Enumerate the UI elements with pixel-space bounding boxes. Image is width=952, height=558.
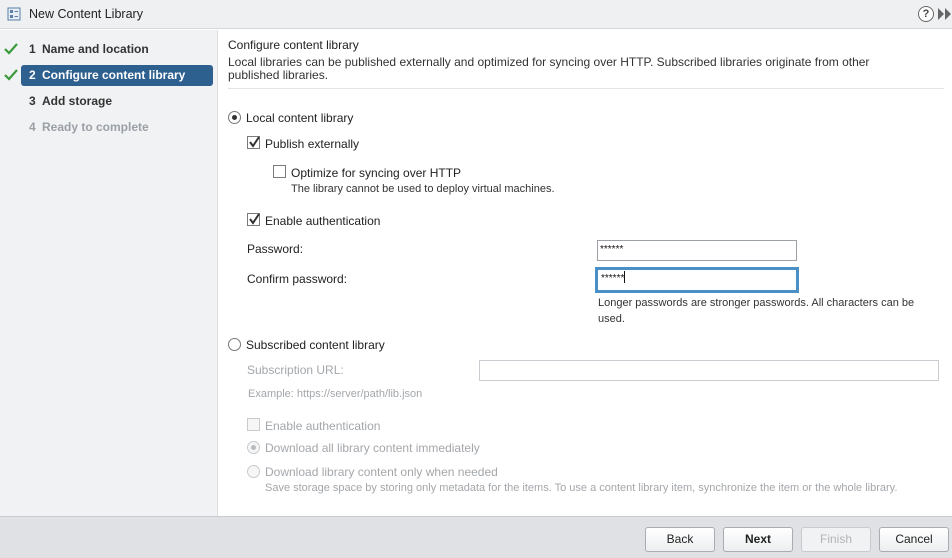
subscribed-library-radio[interactable]: [228, 338, 241, 351]
publish-externally-label[interactable]: Publish externally: [265, 137, 359, 151]
password-hint-line1: Longer passwords are stronger passwords.…: [598, 297, 915, 309]
subscription-url-example: Example: https://server/path/lib.json: [248, 388, 423, 400]
download-when-needed-label: Download library content only when neede…: [265, 465, 498, 479]
text-caret: [624, 271, 626, 283]
enable-authentication-checkbox[interactable]: [247, 213, 260, 226]
optimize-http-note: The library cannot be used to deploy vir…: [291, 183, 555, 195]
header-divider: [228, 88, 944, 89]
publish-externally-checkbox[interactable]: [247, 136, 260, 149]
step-add-storage[interactable]: 3 Add storage: [21, 91, 213, 112]
download-all-label: Download all library content immediately: [265, 441, 480, 455]
cancel-button[interactable]: Cancel: [879, 527, 949, 552]
password-label: Password:: [247, 242, 304, 256]
subscribed-library-label[interactable]: Subscribed content library: [246, 338, 385, 352]
step-ready-to-complete: 4 Ready to complete: [29, 120, 149, 134]
title-bar: New Content Library ?: [0, 0, 952, 29]
download-when-needed-note: Save storage space by storing only metad…: [265, 482, 898, 494]
password-hint-line2: used.: [598, 313, 625, 325]
wizard-steps-sidebar: 1 Name and location 2 Configure content …: [0, 30, 218, 516]
local-library-radio[interactable]: [228, 111, 241, 124]
download-all-radio[interactable]: [247, 441, 260, 454]
page-title: Configure content library: [228, 38, 359, 52]
optimize-http-checkbox[interactable]: [273, 165, 286, 178]
confirm-password-field[interactable]: ******: [595, 267, 799, 293]
help-icon[interactable]: ?: [918, 6, 934, 22]
step-name-and-location[interactable]: 1 Name and location: [21, 39, 213, 60]
main-content: Configure content library Local librarie…: [219, 30, 952, 516]
page-description: Local libraries can be published externa…: [228, 55, 870, 82]
subscribed-enable-authentication-label: Enable authentication: [265, 419, 381, 433]
download-when-needed-radio[interactable]: [247, 465, 260, 478]
optimize-http-label[interactable]: Optimize for syncing over HTTP: [291, 166, 461, 180]
subscribed-enable-authentication-checkbox[interactable]: [247, 418, 260, 431]
enable-authentication-label[interactable]: Enable authentication: [265, 214, 380, 228]
check-icon: [4, 69, 18, 81]
password-field[interactable]: ******: [597, 240, 797, 261]
confirm-password-label: Confirm password:: [247, 272, 348, 286]
next-button[interactable]: Next: [723, 527, 793, 552]
collapse-icon[interactable]: [938, 8, 952, 20]
subscription-url-field[interactable]: [479, 360, 939, 381]
local-library-label[interactable]: Local content library: [246, 111, 353, 125]
window-title: New Content Library: [29, 7, 143, 21]
wizard-icon: [7, 7, 21, 21]
subscription-url-label: Subscription URL:: [247, 363, 344, 377]
check-icon: [4, 43, 18, 55]
wizard-footer: Back Next Finish Cancel: [0, 516, 952, 558]
finish-button: Finish: [801, 527, 871, 552]
step-configure-content-library[interactable]: 2 Configure content library: [21, 65, 213, 86]
back-button[interactable]: Back: [645, 527, 715, 552]
